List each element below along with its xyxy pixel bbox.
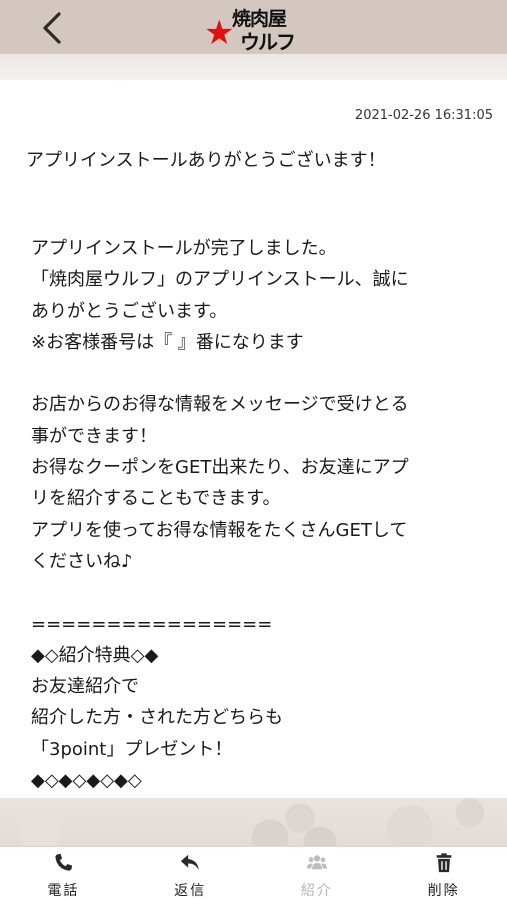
body-line: リを紹介することもできます。 [31,488,281,510]
star-icon: ★ [204,13,235,53]
body-line: ================ [31,613,273,635]
nav-phone-label: 電話 [47,883,80,899]
header-decoration [0,54,507,80]
message-content: 2021-02-26 16:31:05 アプリインストールありがとうございます！… [0,80,507,798]
body-line [31,577,409,608]
nav-reply-button[interactable]: 返信 [127,847,254,900]
body-line: アプリを使ってお得な情報をたくさんGETして [31,519,408,541]
nav-referral-button[interactable]: 紹介 [254,847,381,900]
body-line: ※お客様番号は『 』番になります [31,331,304,353]
body-line: お得なクーポンをGET出来たり、お友達にアプ [31,457,409,479]
footer-decoration [0,798,507,846]
nav-phone-button[interactable]: 電話 [0,847,127,900]
body-line: くださいね♪ [31,550,133,572]
back-button[interactable] [30,6,74,50]
phone-icon [55,853,73,871]
nav-reply-label: 返信 [174,883,207,899]
body-line: お友達紹介で [31,676,139,698]
body-line: 「3point」プレゼント！ [31,738,233,760]
trash-icon [436,853,451,873]
app-header: ★ 焼肉屋 ウルフ [0,0,507,54]
message-body: アプリインストールが完了しました。 「焼肉屋ウルフ」のアプリインストール、誠に … [31,233,409,796]
nav-referral-label: 紹介 [300,883,333,899]
body-line: ◆◇◆◇◆◇◆◇ [31,770,142,792]
message-subject: アプリインストールありがとうございます！ [26,150,386,171]
nav-delete-button[interactable]: 削除 [380,847,507,900]
users-icon [306,855,327,870]
body-line: 紹介した方・された方どちらも [31,707,283,729]
body-line: ◆◇紹介特典◇◆ [31,644,159,666]
body-line [31,358,409,389]
body-line: お店からのお得な情報をメッセージで受けとる [31,394,409,416]
message-timestamp: 2021-02-26 16:31:05 [354,108,493,123]
body-line: 事ができます！ [31,425,157,447]
bottom-nav: 電話 返信 紹介 削除 [0,846,507,900]
body-line: ありがとうございます。 [31,300,228,322]
body-line: 「焼肉屋ウルフ」のアプリインストール、誠に [31,269,409,291]
reply-icon [180,854,199,870]
logo-text-bottom: ウルフ [240,30,296,54]
chevron-left-icon [43,12,61,44]
nav-delete-label: 削除 [427,883,460,899]
body-line: アプリインストールが完了しました。 [31,238,337,259]
store-logo: ★ 焼肉屋 ウルフ [204,2,304,54]
